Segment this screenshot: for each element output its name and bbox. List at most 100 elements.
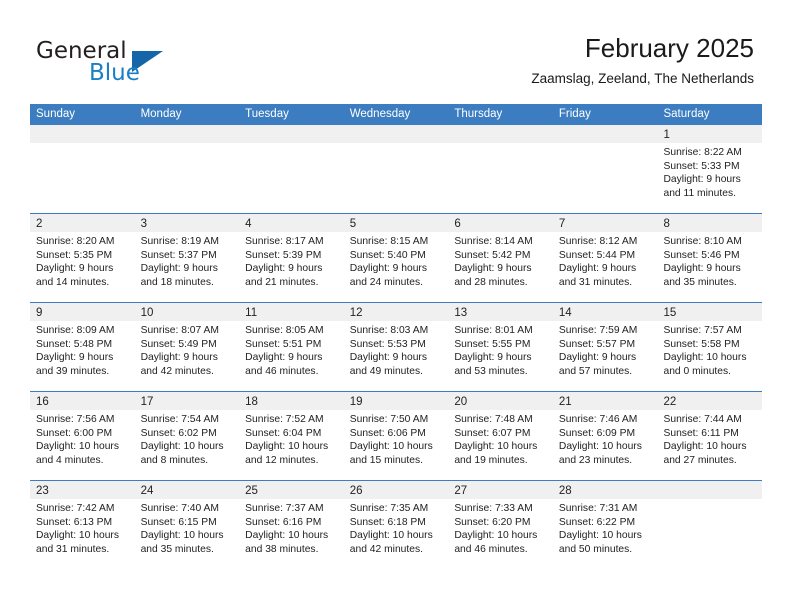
daylight-text-line1: Daylight: 10 hours — [245, 441, 329, 453]
day-number: 15 — [663, 307, 677, 319]
day-number: 20 — [454, 396, 468, 408]
sunrise-text: Sunrise: 8:10 AM — [663, 236, 742, 247]
day-cell[interactable]: 10 Sunrise: 8:07 AM Sunset: 5:49 PM Dayl… — [134, 303, 240, 391]
day-cell[interactable]: 12 Sunrise: 8:03 AM Sunset: 5:53 PM Dayl… — [343, 303, 449, 391]
day-number: 21 — [558, 396, 572, 408]
sunrise-text: Sunrise: 7:48 AM — [454, 414, 533, 425]
day-cell[interactable]: 28 Sunrise: 7:31 AM Sunset: 6:22 PM Dayl… — [552, 481, 658, 569]
daylight-text-line1: Daylight: 10 hours — [663, 441, 747, 453]
daylight-text-line2: and 39 minutes. — [36, 366, 110, 378]
daylight-text-line1: Daylight: 10 hours — [349, 441, 433, 453]
page-subtitle: Zaamslag, Zeeland, The Netherlands — [531, 71, 754, 86]
day-cell[interactable]: 13 Sunrise: 8:01 AM Sunset: 5:55 PM Dayl… — [448, 303, 553, 391]
day-cell[interactable]: 18 Sunrise: 7:52 AM Sunset: 6:04 PM Dayl… — [239, 392, 344, 480]
day-cell[interactable]: 17 Sunrise: 7:54 AM Sunset: 6:02 PM Dayl… — [134, 392, 240, 480]
brand-name-blue: Blue — [89, 60, 140, 86]
day-cell[interactable]: 6 Sunrise: 8:14 AM Sunset: 5:42 PM Dayli… — [448, 214, 553, 302]
day-cell[interactable]: 21 Sunrise: 7:46 AM Sunset: 6:09 PM Dayl… — [552, 392, 658, 480]
daylight-text-line1: Daylight: 9 hours — [140, 263, 218, 275]
day-cell[interactable]: 11 Sunrise: 8:05 AM Sunset: 5:51 PM Dayl… — [239, 303, 344, 391]
daylight-text-line2: and 14 minutes. — [36, 277, 110, 289]
daylight-text-line2: and 21 minutes. — [245, 277, 319, 289]
day-cell[interactable]: 22 Sunrise: 7:44 AM Sunset: 6:11 PM Dayl… — [657, 392, 763, 480]
daylight-text-line2: and 12 minutes. — [245, 455, 319, 467]
day-details: Sunrise: 8:07 AM Sunset: 5:49 PM Dayligh… — [135, 321, 240, 391]
day-number-band: 22 — [657, 392, 763, 410]
daylight-text-line1: Daylight: 10 hours — [140, 530, 224, 542]
daylight-text-line2: and 18 minutes. — [140, 277, 214, 289]
day-details: Sunrise: 8:20 AM Sunset: 5:35 PM Dayligh… — [30, 232, 135, 302]
day-cell[interactable] — [134, 125, 240, 213]
day-cell[interactable]: 8 Sunrise: 8:10 AM Sunset: 5:46 PM Dayli… — [657, 214, 763, 302]
day-cell[interactable] — [239, 125, 344, 213]
day-number-band: 26 — [343, 481, 449, 499]
day-number-band: 21 — [552, 392, 658, 410]
day-cell[interactable] — [343, 125, 449, 213]
day-cell[interactable]: 26 Sunrise: 7:35 AM Sunset: 6:18 PM Dayl… — [343, 481, 449, 569]
day-cell[interactable]: 25 Sunrise: 7:37 AM Sunset: 6:16 PM Dayl… — [239, 481, 344, 569]
day-cell[interactable]: 15 Sunrise: 7:57 AM Sunset: 5:58 PM Dayl… — [657, 303, 763, 391]
day-cell[interactable]: 27 Sunrise: 7:33 AM Sunset: 6:20 PM Dayl… — [448, 481, 553, 569]
sunrise-text: Sunrise: 7:35 AM — [349, 503, 429, 514]
week-row: 23 Sunrise: 7:42 AM Sunset: 6:13 PM Dayl… — [30, 480, 763, 569]
day-cell[interactable]: 9 Sunrise: 8:09 AM Sunset: 5:48 PM Dayli… — [30, 303, 135, 391]
daylight-text-line2: and 19 minutes. — [454, 455, 528, 467]
sunset-text: Sunset: 5:48 PM — [36, 338, 113, 350]
day-details: Sunrise: 7:57 AM Sunset: 5:58 PM Dayligh… — [657, 321, 762, 391]
day-cell[interactable]: 16 Sunrise: 7:56 AM Sunset: 6:00 PM Dayl… — [30, 392, 135, 480]
day-details: Sunrise: 7:35 AM Sunset: 6:18 PM Dayligh… — [344, 499, 449, 569]
sunset-text: Sunset: 5:42 PM — [454, 249, 531, 261]
day-cell[interactable]: 7 Sunrise: 8:12 AM Sunset: 5:44 PM Dayli… — [552, 214, 658, 302]
daylight-text-line1: Daylight: 10 hours — [36, 441, 119, 453]
day-number-band: 1 — [657, 125, 763, 143]
day-cell[interactable]: 1 Sunrise: 8:22 AM Sunset: 5:33 PM Dayli… — [657, 125, 763, 213]
sunset-text: Sunset: 6:02 PM — [140, 427, 217, 439]
day-cell[interactable] — [657, 481, 763, 569]
sunset-text: Sunset: 6:04 PM — [245, 427, 322, 439]
day-number-band: 13 — [448, 303, 553, 321]
week-row: 2 Sunrise: 8:20 AM Sunset: 5:35 PM Dayli… — [30, 213, 763, 302]
day-cell[interactable]: 19 Sunrise: 7:50 AM Sunset: 6:06 PM Dayl… — [343, 392, 449, 480]
daylight-text-line2: and 24 minutes. — [349, 277, 424, 289]
day-details — [135, 143, 240, 213]
day-number-band: 24 — [134, 481, 240, 499]
day-cell[interactable]: 20 Sunrise: 7:48 AM Sunset: 6:07 PM Dayl… — [448, 392, 553, 480]
day-cell[interactable]: 4 Sunrise: 8:17 AM Sunset: 5:39 PM Dayli… — [239, 214, 344, 302]
day-cell[interactable]: 23 Sunrise: 7:42 AM Sunset: 6:13 PM Dayl… — [30, 481, 135, 569]
daylight-text-line1: Daylight: 9 hours — [454, 263, 532, 275]
daylight-text-line2: and 46 minutes. — [245, 366, 319, 378]
daylight-text-line2: and 0 minutes. — [663, 366, 732, 378]
day-details: Sunrise: 7:48 AM Sunset: 6:07 PM Dayligh… — [448, 410, 553, 480]
day-number-band: 18 — [239, 392, 344, 410]
daylight-text-line1: Daylight: 9 hours — [349, 263, 428, 275]
day-cell[interactable]: 5 Sunrise: 8:15 AM Sunset: 5:40 PM Dayli… — [343, 214, 449, 302]
day-number-band: 6 — [448, 214, 553, 232]
day-number-band — [448, 125, 553, 143]
day-cell[interactable] — [448, 125, 553, 213]
day-cell[interactable]: 2 Sunrise: 8:20 AM Sunset: 5:35 PM Dayli… — [30, 214, 135, 302]
sunset-text: Sunset: 5:37 PM — [140, 249, 217, 261]
day-cell[interactable]: 14 Sunrise: 7:59 AM Sunset: 5:57 PM Dayl… — [552, 303, 658, 391]
daylight-text-line2: and 11 minutes. — [663, 188, 736, 200]
day-cell[interactable]: 3 Sunrise: 8:19 AM Sunset: 5:37 PM Dayli… — [134, 214, 240, 302]
day-cell[interactable]: 24 Sunrise: 7:40 AM Sunset: 6:15 PM Dayl… — [134, 481, 240, 569]
sunrise-text: Sunrise: 7:37 AM — [245, 503, 324, 514]
day-number-band: 15 — [657, 303, 763, 321]
day-details: Sunrise: 7:44 AM Sunset: 6:11 PM Dayligh… — [657, 410, 762, 480]
day-details: Sunrise: 7:56 AM Sunset: 6:00 PM Dayligh… — [30, 410, 135, 480]
week-row: 9 Sunrise: 8:09 AM Sunset: 5:48 PM Dayli… — [30, 302, 763, 391]
sunrise-text: Sunrise: 8:20 AM — [36, 236, 115, 247]
day-details — [553, 143, 658, 213]
week-row: 16 Sunrise: 7:56 AM Sunset: 6:00 PM Dayl… — [30, 391, 763, 480]
daylight-text-line1: Daylight: 10 hours — [663, 352, 747, 364]
daylight-text-line2: and 4 minutes. — [36, 455, 104, 467]
daylight-text-line1: Daylight: 9 hours — [663, 174, 741, 186]
sunset-text: Sunset: 5:57 PM — [558, 338, 636, 350]
daylight-text-line2: and 35 minutes. — [663, 277, 737, 289]
day-number-band — [552, 125, 658, 143]
brand-logo[interactable]: General Blue — [36, 38, 256, 88]
day-cell[interactable] — [552, 125, 658, 213]
day-details: Sunrise: 8:15 AM Sunset: 5:40 PM Dayligh… — [344, 232, 449, 302]
daylight-text-line1: Daylight: 10 hours — [454, 441, 538, 453]
day-cell[interactable] — [30, 125, 135, 213]
